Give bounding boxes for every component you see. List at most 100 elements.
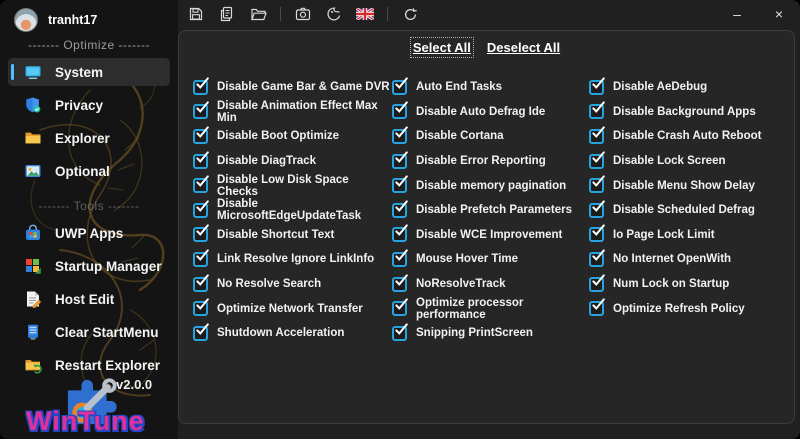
username: tranht17 bbox=[48, 13, 98, 27]
tweak-checkbox-item[interactable]: Disable Menu Show Delay bbox=[589, 173, 789, 198]
checkbox-checked-icon[interactable] bbox=[589, 224, 605, 243]
tweak-checkbox-item[interactable]: Disable WCE Improvement bbox=[392, 223, 589, 248]
checkbox-checked-icon[interactable] bbox=[193, 200, 209, 218]
tweak-label: Disable DiagTrack bbox=[217, 155, 317, 168]
close-button[interactable]: × bbox=[758, 0, 800, 28]
language-uk-flag-icon[interactable] bbox=[353, 3, 377, 25]
tweak-checkbox-item[interactable]: Disable Crash Auto Reboot bbox=[589, 124, 789, 149]
save-icon[interactable] bbox=[184, 3, 208, 25]
sidebar-item-host-edit[interactable]: Host Edit bbox=[8, 285, 170, 313]
tweak-checkbox-item[interactable]: Disable MicrosoftEdgeUpdateTask bbox=[193, 198, 392, 223]
tweak-checkbox-item[interactable]: Disable Prefetch Parameters bbox=[392, 198, 589, 223]
tweak-checkbox-item[interactable]: Disable memory pagination bbox=[392, 173, 589, 198]
tweak-checkbox-item[interactable]: Disable AeDebug bbox=[589, 75, 789, 100]
checkbox-checked-icon[interactable] bbox=[193, 126, 209, 144]
checkbox-checked-icon[interactable] bbox=[193, 175, 209, 194]
checkbox-checked-icon[interactable] bbox=[589, 175, 605, 194]
checkbox-checked-icon[interactable] bbox=[589, 249, 605, 267]
startup-manager-icon bbox=[24, 257, 42, 275]
tweaks-column: Disable AeDebug Disable Background Apps Di… bbox=[589, 75, 789, 346]
checkbox-checked-icon[interactable] bbox=[589, 77, 605, 95]
tweak-label: Disable Shortcut Text bbox=[217, 228, 335, 241]
tweak-checkbox-item[interactable]: Disable Shortcut Text bbox=[193, 223, 392, 248]
tweak-checkbox-item[interactable]: Shutdown Acceleration bbox=[193, 321, 392, 346]
sidebar-item-privacy[interactable]: Privacy bbox=[8, 91, 170, 119]
tweak-checkbox-item[interactable]: Auto End Tasks bbox=[392, 75, 589, 100]
checkbox-checked-icon[interactable] bbox=[589, 298, 605, 317]
tweak-checkbox-item[interactable]: No Resolve Search bbox=[193, 272, 392, 297]
tweak-checkbox-item[interactable]: NoResolveTrack bbox=[392, 272, 589, 297]
tweak-checkbox-item[interactable]: Link Resolve Ignore LinkInfo bbox=[193, 247, 392, 272]
tweak-checkbox-item[interactable]: Disable Low Disk Space Checks bbox=[193, 173, 392, 198]
tweak-checkbox-item[interactable]: Mouse Hover Time bbox=[392, 247, 589, 272]
screenshot-icon[interactable] bbox=[291, 3, 315, 25]
tweak-checkbox-item[interactable]: Disable Animation Effect Max Min bbox=[193, 100, 392, 125]
checkbox-checked-icon[interactable] bbox=[589, 126, 605, 144]
checkbox-checked-icon[interactable] bbox=[193, 101, 209, 120]
checkbox-checked-icon[interactable] bbox=[392, 77, 408, 95]
checkbox-checked-icon[interactable] bbox=[392, 126, 408, 144]
sidebar-item-uwp-apps[interactable]: UWP Apps bbox=[8, 219, 170, 247]
checkbox-checked-icon[interactable] bbox=[193, 77, 209, 95]
tweak-checkbox-item[interactable]: Disable Lock Screen bbox=[589, 149, 789, 174]
checkbox-checked-icon[interactable] bbox=[589, 150, 605, 169]
checkbox-checked-icon[interactable] bbox=[392, 273, 408, 292]
titlebar: – × bbox=[178, 0, 800, 28]
tweak-checkbox-item[interactable]: Disable DiagTrack bbox=[193, 149, 392, 174]
select-all-link[interactable]: Select All bbox=[409, 37, 474, 58]
sidebar-item-system[interactable]: System bbox=[8, 58, 170, 86]
tweak-checkbox-item[interactable]: Num Lock on Startup bbox=[589, 272, 789, 297]
tweak-checkbox-item[interactable]: No Internet OpenWith bbox=[589, 247, 789, 272]
checkbox-checked-icon[interactable] bbox=[193, 273, 209, 292]
refresh-icon[interactable] bbox=[398, 3, 422, 25]
tweak-checkbox-item[interactable]: Io Page Lock Limit bbox=[589, 223, 789, 248]
open-folder-icon[interactable] bbox=[246, 3, 270, 25]
tweak-label: No Resolve Search bbox=[217, 278, 322, 291]
checkbox-checked-icon[interactable] bbox=[589, 200, 605, 218]
checkbox-checked-icon[interactable] bbox=[193, 323, 209, 341]
tweak-checkbox-item[interactable]: Snipping PrintScreen bbox=[392, 321, 589, 346]
deselect-all-link[interactable]: Deselect All bbox=[487, 40, 560, 55]
checkbox-checked-icon[interactable] bbox=[193, 249, 209, 267]
tweak-checkbox-item[interactable]: Disable Background Apps bbox=[589, 100, 789, 125]
checkbox-checked-icon[interactable] bbox=[392, 150, 408, 169]
sidebar-item-clear-startmenu[interactable]: Clear StartMenu bbox=[8, 318, 170, 346]
sidebar-item-optional[interactable]: Optional bbox=[8, 157, 170, 185]
tweak-label: Num Lock on Startup bbox=[613, 278, 730, 291]
tweak-label: Snipping PrintScreen bbox=[416, 327, 533, 340]
tweak-checkbox-item[interactable]: Optimize Network Transfer bbox=[193, 296, 392, 321]
tweak-checkbox-item[interactable]: Disable Cortana bbox=[392, 124, 589, 149]
checkbox-checked-icon[interactable] bbox=[193, 224, 209, 243]
tweak-checkbox-item[interactable]: Optimize Refresh Policy bbox=[589, 296, 789, 321]
sidebar-item-label: Host Edit bbox=[55, 291, 115, 307]
tweak-checkbox-item[interactable]: Optimize processor performance bbox=[392, 296, 589, 321]
checkbox-checked-icon[interactable] bbox=[392, 249, 408, 267]
checkbox-checked-icon[interactable] bbox=[392, 175, 408, 194]
export-icon[interactable] bbox=[215, 3, 239, 25]
sidebar-item-startup-manager[interactable]: Startup Manager bbox=[8, 252, 170, 280]
tweak-label: Disable WCE Improvement bbox=[416, 228, 563, 241]
user-profile[interactable]: tranht17 bbox=[0, 0, 178, 32]
checkbox-checked-icon[interactable] bbox=[193, 150, 209, 169]
checkbox-checked-icon[interactable] bbox=[392, 298, 408, 317]
checkbox-checked-icon[interactable] bbox=[392, 101, 408, 120]
tweak-checkbox-item[interactable]: Disable Error Reporting bbox=[392, 149, 589, 174]
tweak-label: Disable Boot Optimize bbox=[217, 130, 340, 143]
tweak-checkbox-item[interactable]: Disable Game Bar & Game DVR bbox=[193, 75, 392, 100]
minimize-button[interactable]: – bbox=[716, 0, 758, 28]
app-window: tranht17 ------- Optimize ------- System P… bbox=[0, 0, 800, 439]
checkbox-checked-icon[interactable] bbox=[392, 323, 408, 341]
tweak-label: Disable Scheduled Defrag bbox=[613, 204, 755, 217]
tweak-checkbox-item[interactable]: Disable Scheduled Defrag bbox=[589, 198, 789, 223]
toolbar-separator bbox=[280, 7, 281, 21]
checkbox-checked-icon[interactable] bbox=[392, 200, 408, 218]
theme-icon[interactable] bbox=[322, 3, 346, 25]
checkbox-checked-icon[interactable] bbox=[589, 101, 605, 120]
checkbox-checked-icon[interactable] bbox=[589, 273, 605, 292]
sidebar-item-label: System bbox=[55, 64, 104, 80]
sidebar-item-explorer[interactable]: Explorer bbox=[8, 124, 170, 152]
checkbox-checked-icon[interactable] bbox=[193, 298, 209, 317]
checkbox-checked-icon[interactable] bbox=[392, 224, 408, 243]
tweak-checkbox-item[interactable]: Disable Boot Optimize bbox=[193, 124, 392, 149]
tweak-checkbox-item[interactable]: Disable Auto Defrag Ide bbox=[392, 100, 589, 125]
